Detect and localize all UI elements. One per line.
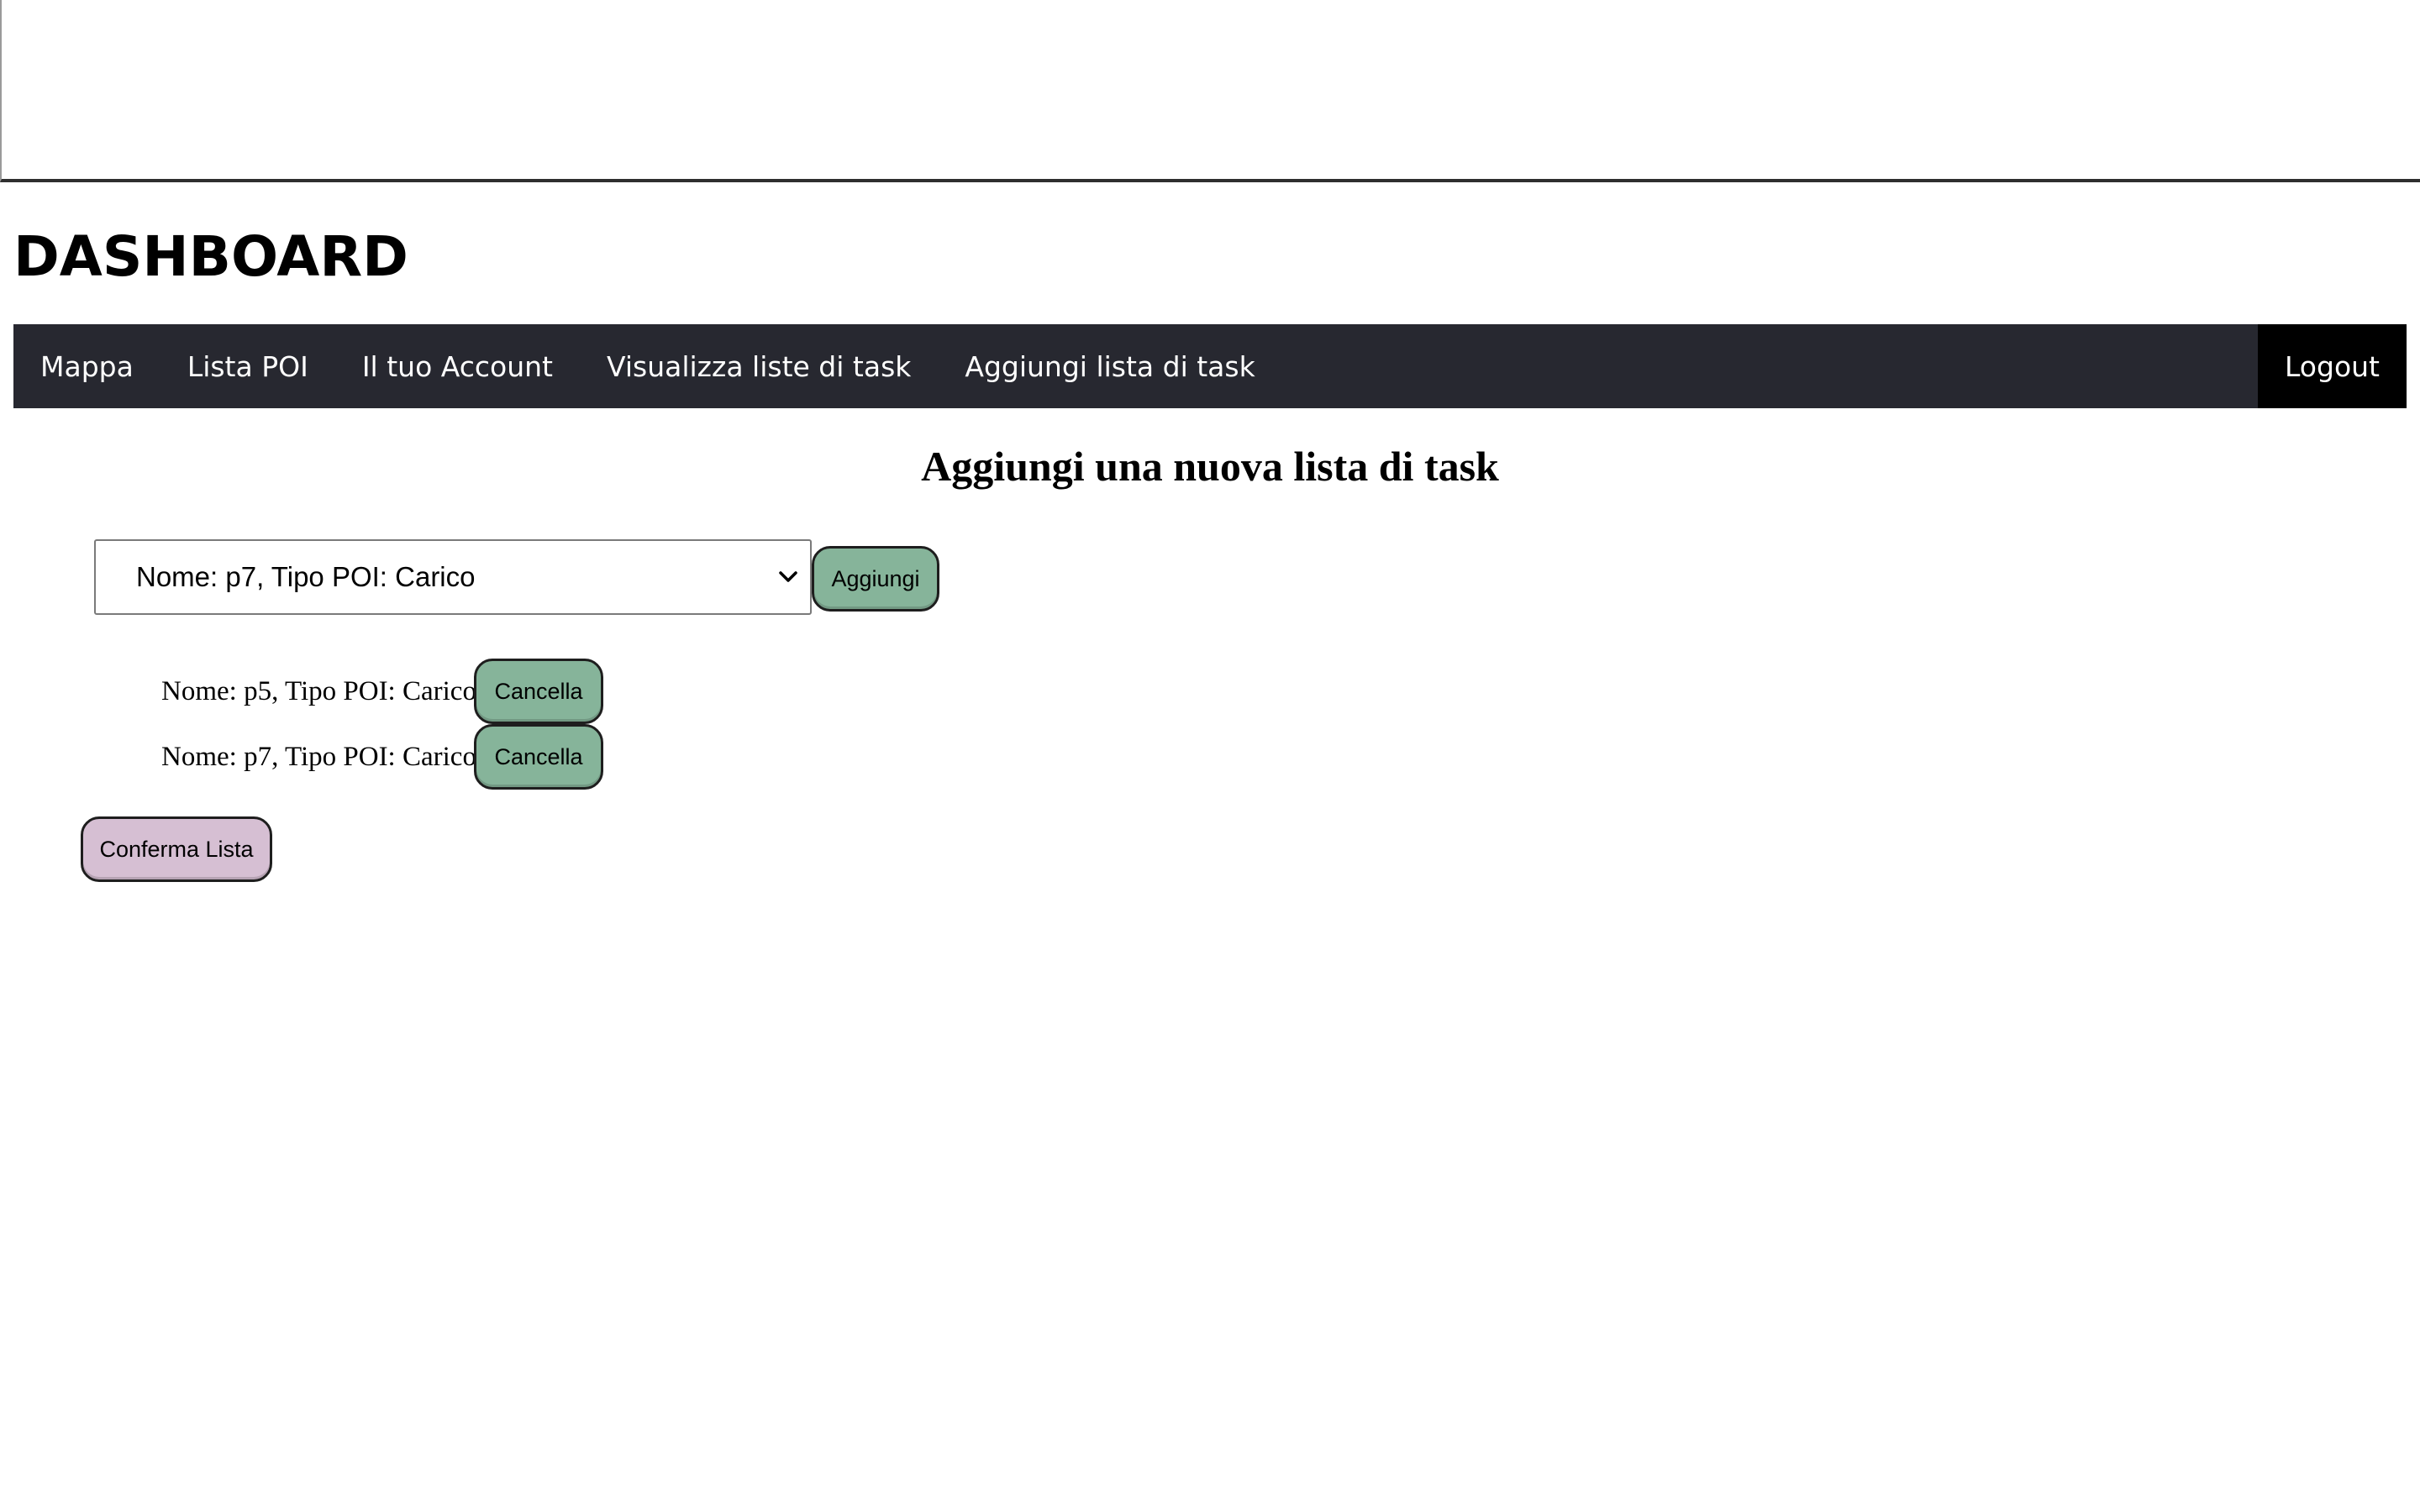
- chevron-down-icon: [771, 560, 805, 594]
- top-frame: [0, 0, 2420, 182]
- add-poi-button[interactable]: Aggiungi: [812, 546, 939, 612]
- poi-select[interactable]: Nome: p7, Tipo POI: Carico: [94, 539, 812, 615]
- nav-item-visualizza-liste[interactable]: Visualizza liste di task: [580, 324, 938, 408]
- delete-task-button[interactable]: Cancella: [474, 659, 603, 724]
- confirm-list-button[interactable]: Conferma Lista: [81, 816, 272, 882]
- nav-item-account[interactable]: Il tuo Account: [335, 324, 580, 408]
- logout-button[interactable]: Logout: [2258, 324, 2407, 408]
- task-label: Nome: p5, Tipo POI: Carico: [161, 675, 476, 706]
- task-list-item: Nome: p5, Tipo POI: Carico Cancella: [161, 659, 603, 724]
- page-title: DASHBOARD: [13, 224, 408, 289]
- delete-task-button[interactable]: Cancella: [474, 724, 603, 790]
- section-heading: Aggiungi una nuova lista di task: [921, 443, 1499, 490]
- task-label: Nome: p7, Tipo POI: Carico: [161, 741, 476, 772]
- nav-item-lista-poi[interactable]: Lista POI: [160, 324, 335, 408]
- nav-item-aggiungi-lista[interactable]: Aggiungi lista di task: [938, 324, 1281, 408]
- main-navbar: Mappa Lista POI Il tuo Account Visualizz…: [13, 324, 2407, 408]
- poi-select-value: Nome: p7, Tipo POI: Carico: [136, 561, 476, 592]
- task-list-item: Nome: p7, Tipo POI: Carico Cancella: [161, 724, 603, 790]
- nav-item-mappa[interactable]: Mappa: [13, 324, 160, 408]
